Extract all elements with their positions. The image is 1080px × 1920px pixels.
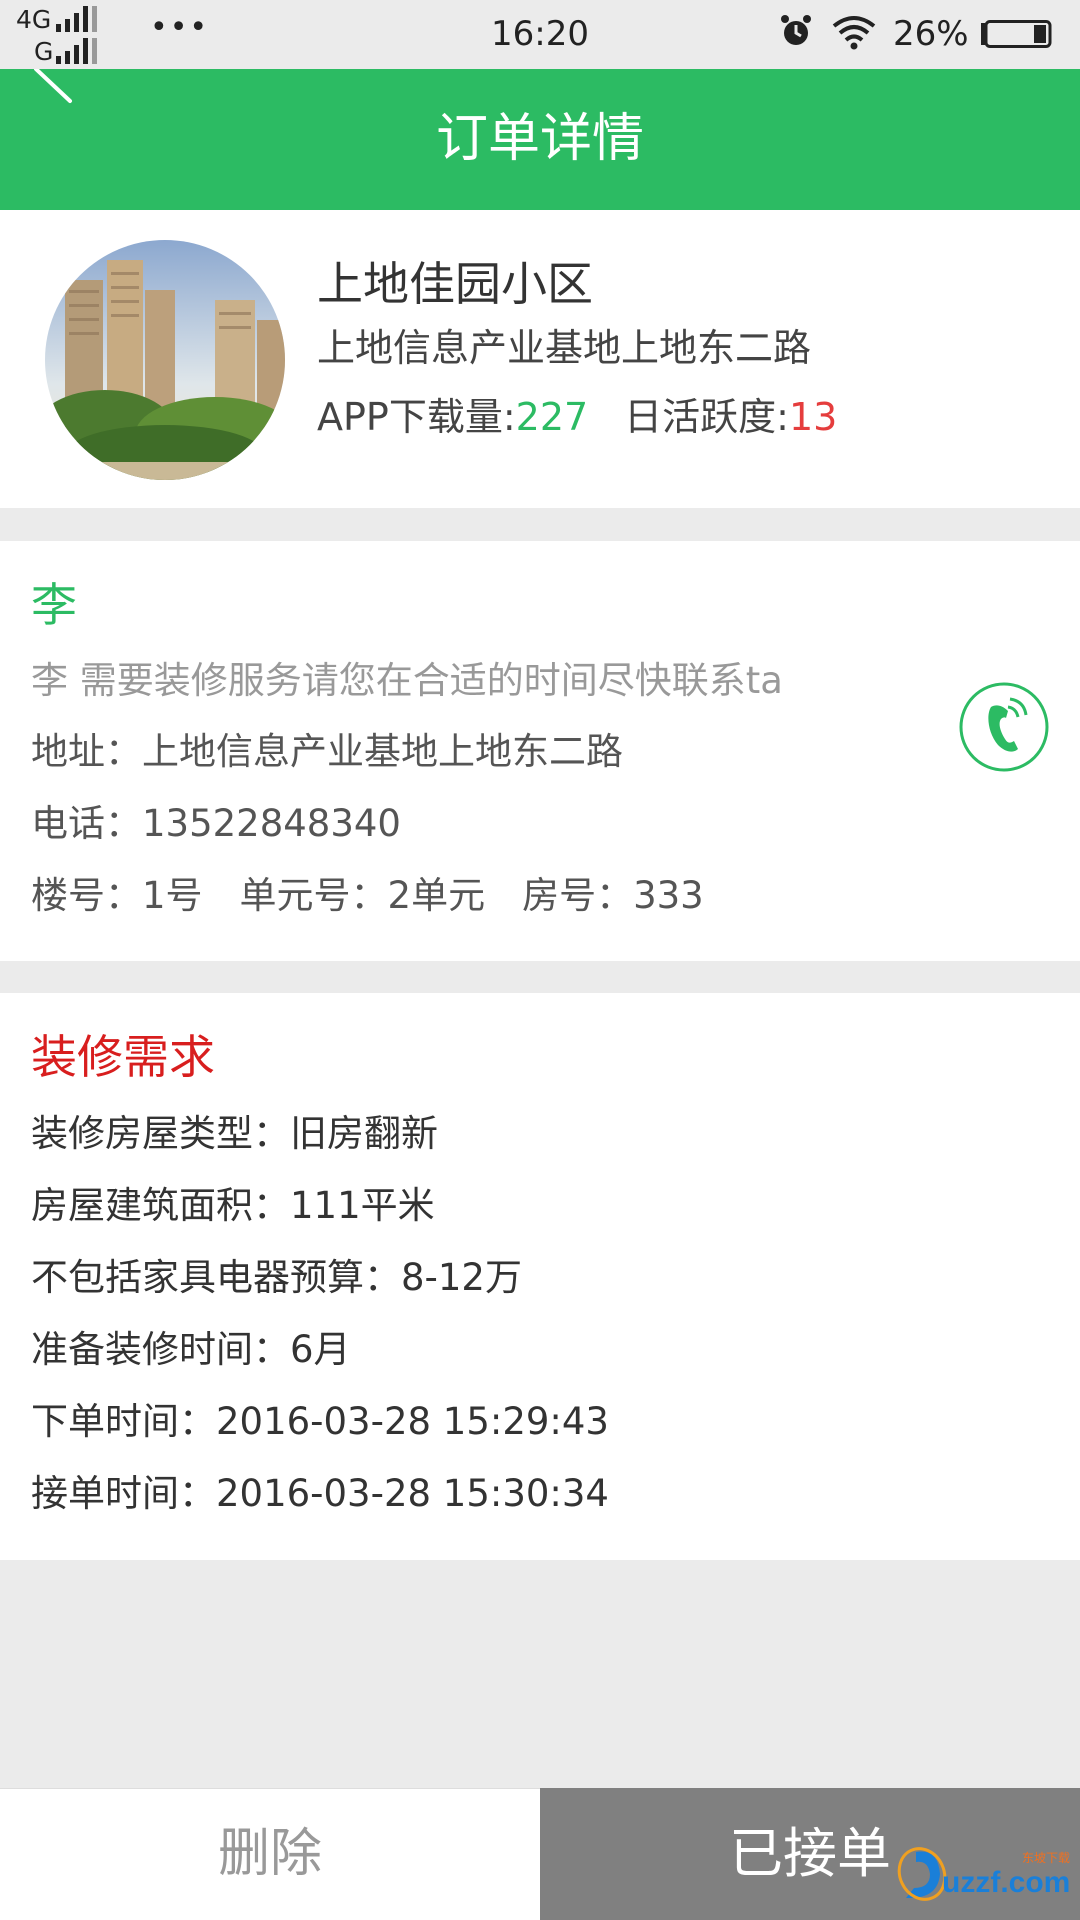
customer-name: 李 (31, 578, 77, 632)
community-card: 上地佳园小区 上地信息产业基地上地东二路 APP下载量:227 日活跃度:13 (0, 210, 1080, 508)
app-header: 订单详情 (0, 69, 1080, 210)
watermark-logo: uzzf.com 东坡下载 (897, 1847, 1070, 1901)
accept-time: 接单时间：2016-03-28 15:30:34 (31, 1472, 609, 1515)
community-image (45, 240, 285, 480)
community-image-illustration (45, 240, 285, 480)
activity-value: 13 (788, 395, 838, 439)
requirements-card: 装修需求 装修房屋类型：旧房翻新 房屋建筑面积：111平米 不包括家具电器预算：… (0, 993, 1080, 1560)
house-type: 装修房屋类型：旧房翻新 (31, 1112, 438, 1155)
page-title: 订单详情 (435, 109, 644, 169)
customer-address: 地址：上地信息产业基地上地东二路 (31, 730, 623, 773)
watermark-small-text: 东坡下载 (1022, 1851, 1070, 1865)
downloads-value: 227 (515, 395, 589, 439)
community-name: 上地佳园小区 (317, 257, 593, 311)
watermark-text: uzzf.com (942, 1866, 1070, 1899)
requirements-title: 装修需求 (31, 1030, 215, 1084)
wifi-icon (832, 16, 876, 50)
building-area: 房屋建筑面积：111平米 (31, 1184, 435, 1227)
customer-building-info: 楼号：1号 单元号：2单元 房号：333 (31, 874, 704, 917)
downloads-label: APP下载量: (317, 395, 516, 439)
alarm-icon (781, 15, 811, 45)
back-arrow-icon[interactable] (30, 69, 80, 109)
battery-icon (981, 20, 1052, 48)
phone-call-icon[interactable] (958, 681, 1050, 773)
customer-message: 李 需要装修服务请您在合适的时间尽快联系ta (31, 659, 783, 702)
customer-phone: 电话：13522848340 (31, 802, 401, 845)
activity-label: 日活跃度: (624, 395, 789, 439)
status-bar: 4G G ••• 16:20 26% (0, 0, 1080, 69)
customer-card: 李 李 需要装修服务请您在合适的时间尽快联系ta 地址：上地信息产业基地上地东二… (0, 541, 1080, 961)
renovation-start-time: 准备装修时间：6月 (31, 1328, 351, 1371)
delete-button[interactable]: 删除 (0, 1788, 540, 1920)
budget: 不包括家具电器预算：8-12万 (31, 1256, 522, 1299)
community-address: 上地信息产业基地上地东二路 (317, 326, 812, 370)
order-time: 下单时间：2016-03-28 15:29:43 (31, 1400, 609, 1443)
community-stats: APP下载量:227 日活跃度:13 (317, 386, 837, 441)
battery-percentage: 26% (893, 14, 969, 54)
